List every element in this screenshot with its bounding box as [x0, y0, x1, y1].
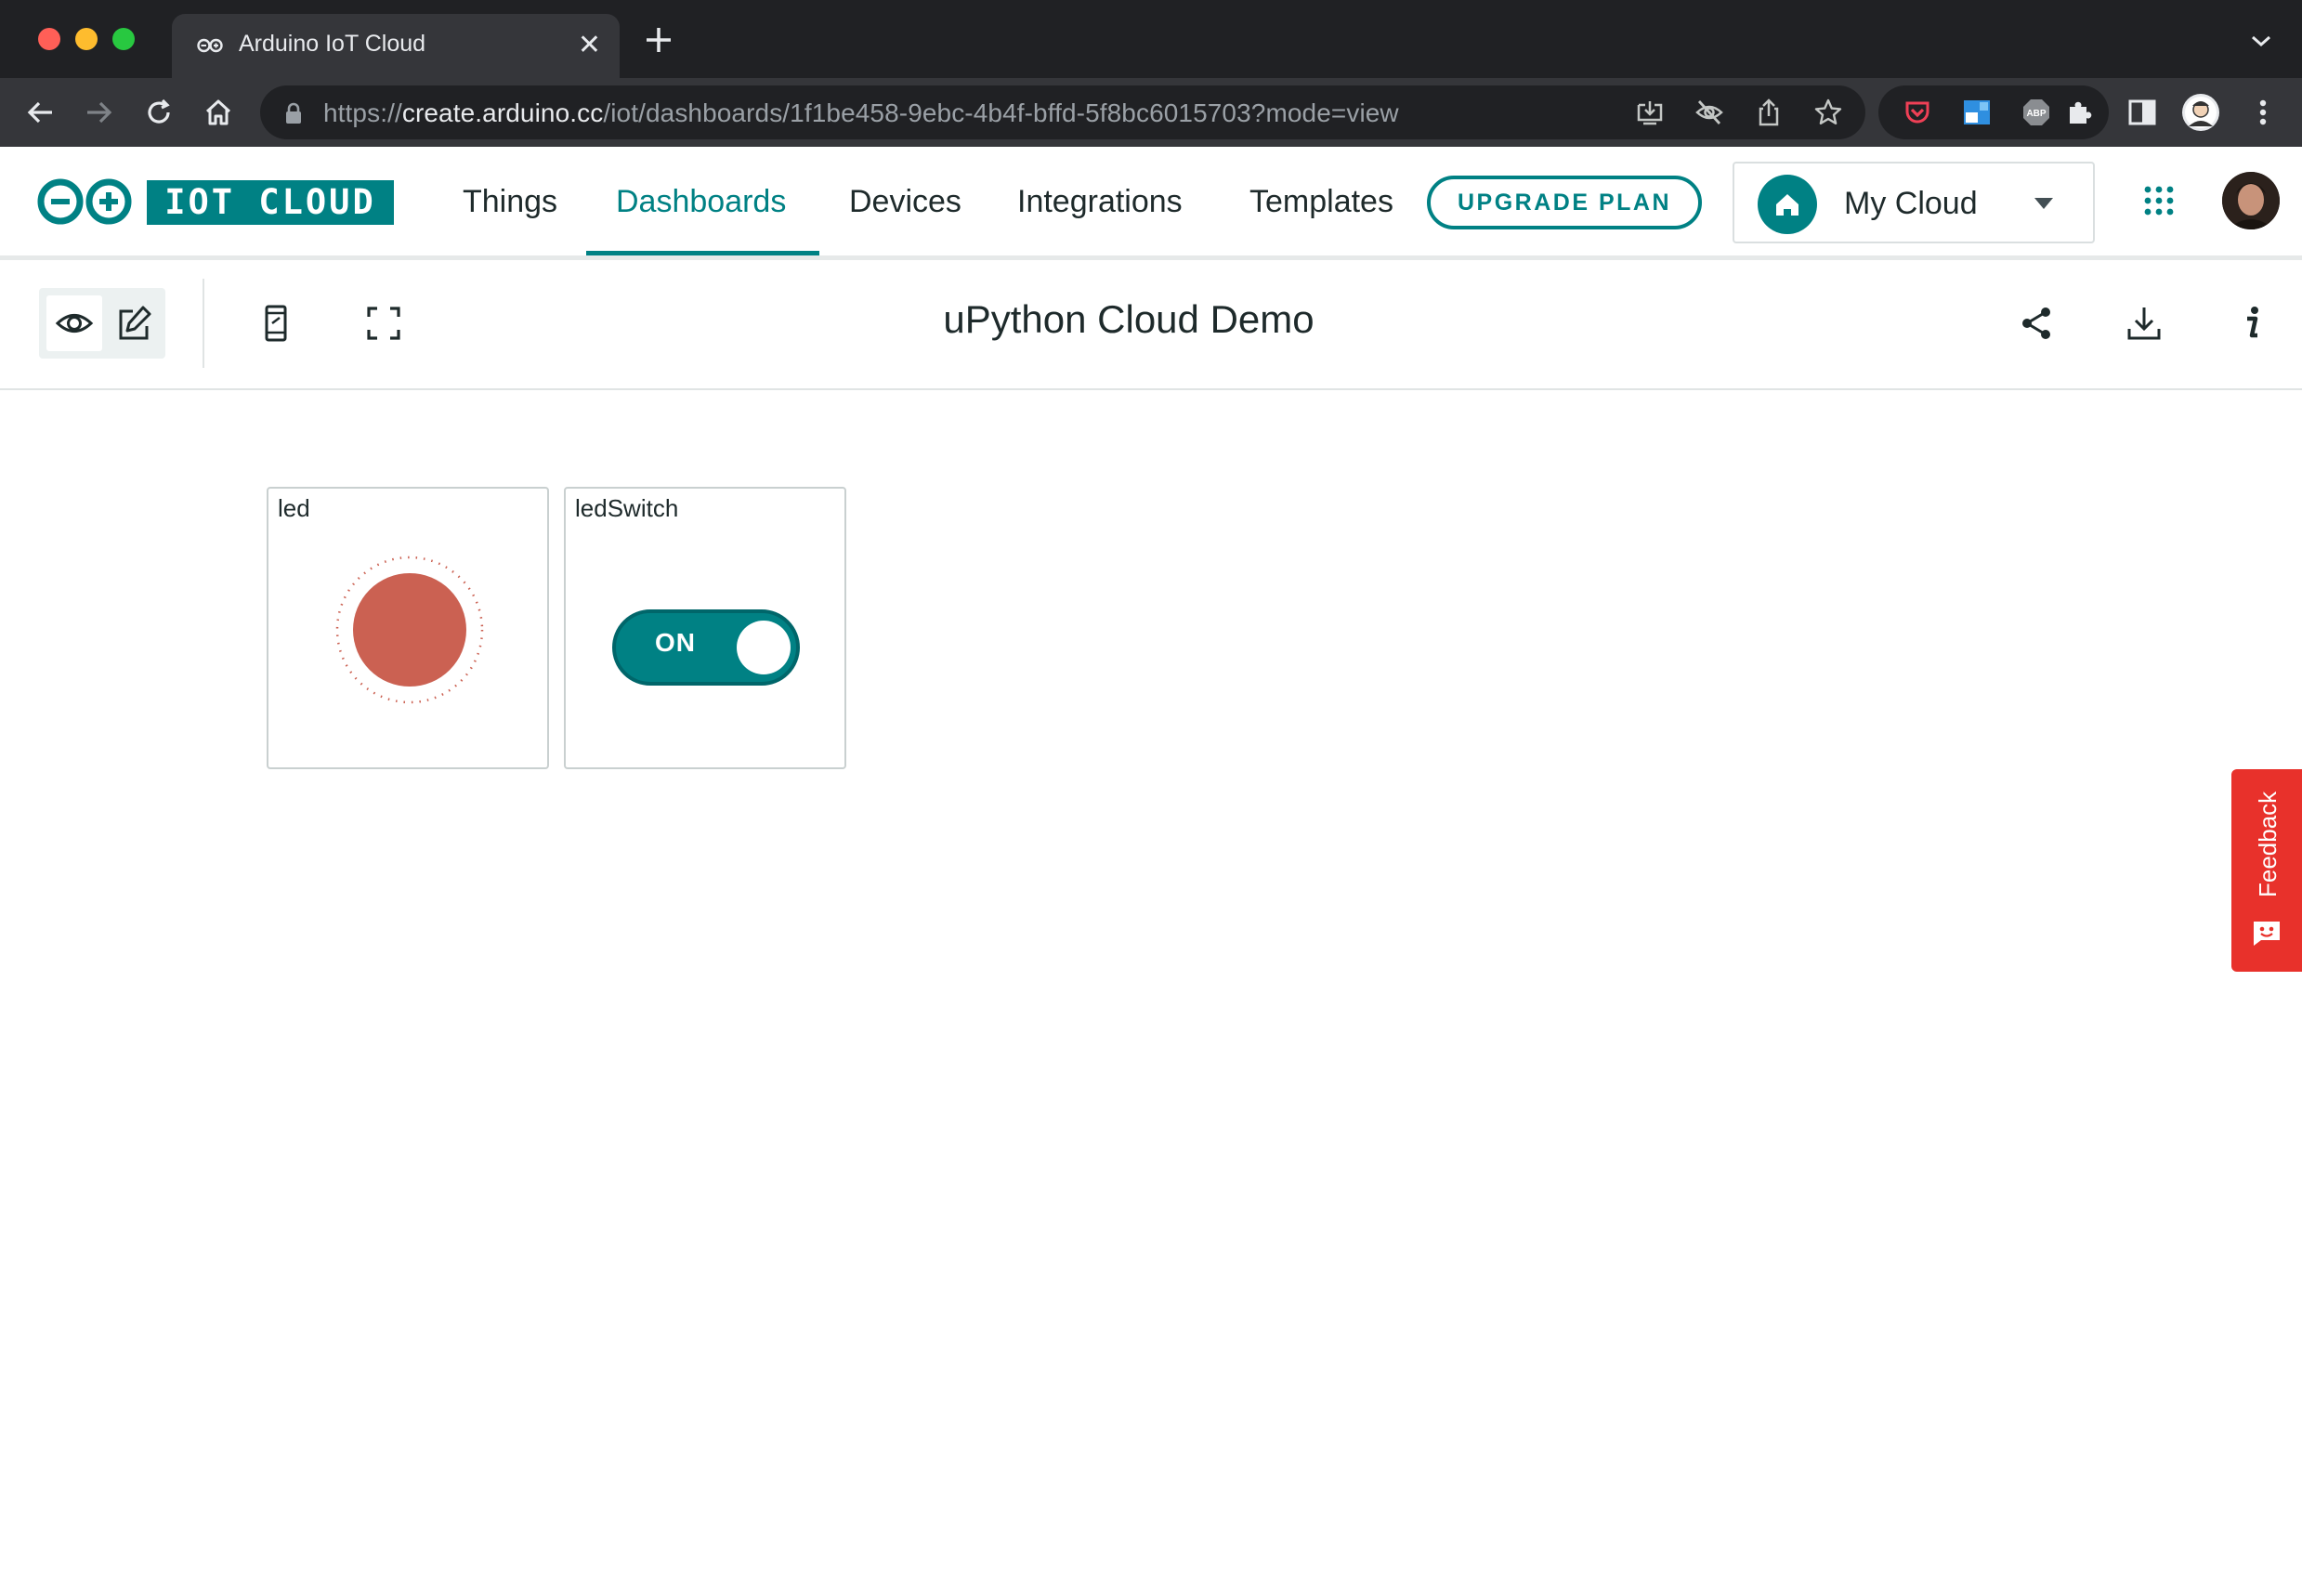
space-home-icon [1758, 175, 1817, 234]
nav-dashboards[interactable]: Dashboards [616, 184, 786, 220]
nav-active-indicator [586, 251, 819, 255]
switch-state-label: ON [655, 628, 696, 657]
arduino-favicon-icon [197, 38, 223, 53]
arduino-logo-icon[interactable] [35, 177, 134, 226]
nav-things[interactable]: Things [463, 184, 557, 220]
widget-led-switch[interactable]: ledSwitch ON [564, 487, 846, 769]
feedback-label: Feedback [2254, 791, 2282, 897]
svg-text:ABP: ABP [2026, 109, 2046, 119]
download-icon[interactable] [2125, 305, 2163, 342]
tab-title: Arduino IoT Cloud [239, 31, 426, 57]
info-icon[interactable] [2233, 305, 2270, 342]
window-zoom-button[interactable] [112, 28, 135, 50]
profile-avatar-icon[interactable] [2181, 93, 2220, 132]
pocket-icon[interactable] [1903, 98, 1932, 127]
share-icon[interactable] [2018, 305, 2055, 342]
extensions-group: ABP [1878, 85, 2109, 139]
feedback-button[interactable]: Feedback [2231, 769, 2302, 972]
back-arrow-icon[interactable] [22, 95, 58, 130]
bookmark-star-icon[interactable] [1813, 98, 1843, 127]
app-header: IOT CLOUD Things Dashboards Devices Inte… [0, 147, 2302, 260]
lock-icon[interactable] [284, 102, 303, 124]
dashboard-title-row: uPython Cloud Demo [0, 297, 2302, 342]
apps-grid-icon[interactable] [2142, 184, 2176, 217]
url-path: /iot/dashboards/1f1be458-9ebc-4b4f-bffd-… [603, 98, 1399, 127]
nav-templates[interactable]: Templates [1249, 184, 1393, 220]
browser-tab-bar: Arduino IoT Cloud ✕ [0, 0, 2302, 78]
reload-icon[interactable] [141, 95, 177, 130]
dashboard-toolbar: uPython Cloud Demo [0, 260, 2302, 390]
new-tab-plus-icon[interactable] [643, 24, 674, 56]
window-minimize-button[interactable] [75, 28, 98, 50]
url-scheme: https:// [323, 98, 402, 127]
eye-off-icon[interactable] [1694, 98, 1724, 127]
install-app-icon[interactable] [1635, 98, 1665, 127]
tab-manager-icon[interactable] [1962, 98, 1992, 127]
url-text[interactable]: https://create.arduino.cc/iot/dashboards… [323, 98, 1399, 128]
browser-menu-icon[interactable] [2246, 95, 2280, 130]
window-close-button[interactable] [38, 28, 60, 50]
side-panel-icon[interactable] [2125, 95, 2159, 130]
home-icon[interactable] [201, 95, 236, 130]
user-avatar[interactable] [2222, 172, 2280, 229]
url-host: create.arduino.cc [401, 98, 604, 127]
address-bar[interactable]: https://create.arduino.cc/iot/dashboards… [260, 85, 1865, 139]
space-name: My Cloud [1844, 186, 1978, 221]
widget-led[interactable]: led [267, 487, 549, 769]
browser-tab-active[interactable]: Arduino IoT Cloud ✕ [172, 14, 620, 78]
widget-title: led [278, 494, 310, 522]
upgrade-plan-button[interactable]: UPGRADE PLAN [1427, 176, 1702, 229]
led-indicator-icon [335, 556, 484, 704]
tab-close-icon[interactable]: ✕ [578, 29, 601, 62]
puzzle-extensions-icon[interactable] [2064, 98, 2094, 127]
space-selector[interactable]: My Cloud [1733, 162, 2095, 243]
switch-knob [737, 621, 791, 674]
smiley-chat-icon [2254, 922, 2280, 946]
browser-toolbar: https://create.arduino.cc/iot/dashboards… [0, 78, 2302, 147]
dashboard-title: uPython Cloud Demo [943, 297, 1314, 341]
share-upload-icon[interactable] [1754, 98, 1784, 127]
nav-integrations[interactable]: Integrations [1017, 184, 1183, 220]
nav-devices[interactable]: Devices [849, 184, 961, 220]
iot-cloud-logo-text[interactable]: IOT CLOUD [147, 180, 394, 225]
led-switch-toggle[interactable]: ON [612, 609, 800, 686]
forward-arrow-icon[interactable] [82, 95, 117, 130]
tab-search-chevron-icon[interactable] [2250, 32, 2272, 50]
chevron-down-icon [2034, 198, 2053, 209]
widget-title: ledSwitch [575, 494, 679, 522]
adblock-plus-icon[interactable]: ABP [2021, 98, 2051, 127]
